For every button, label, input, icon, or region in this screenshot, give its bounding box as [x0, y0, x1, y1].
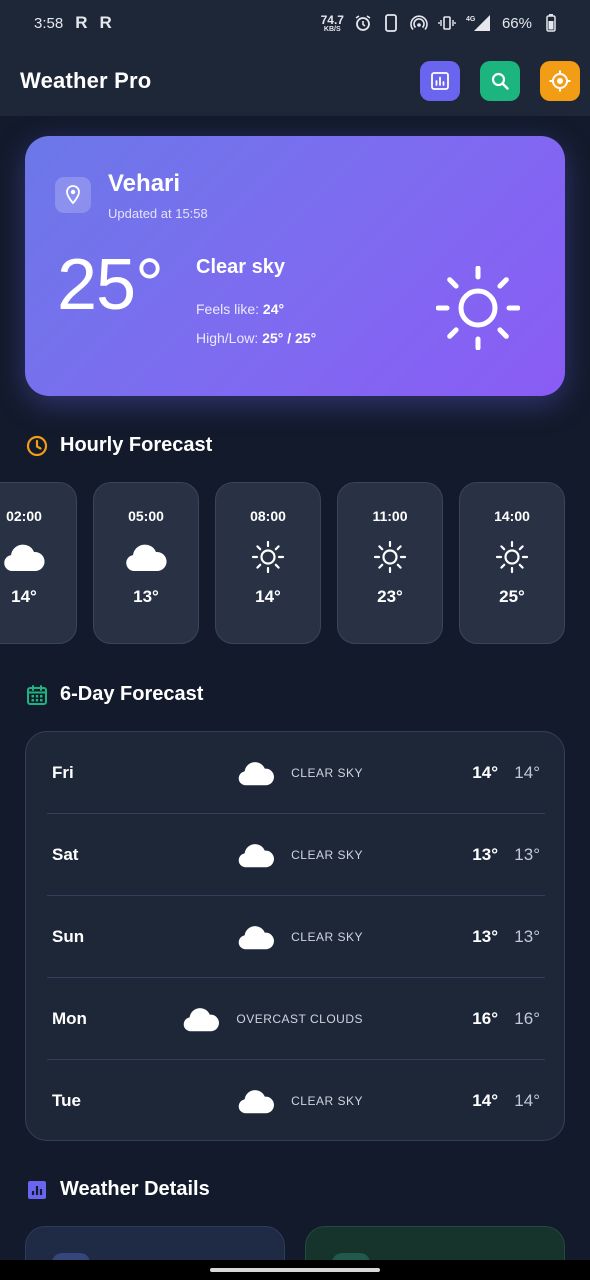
- hourly-card: 02:00 14°: [0, 482, 77, 644]
- low-temp: 14°: [514, 1091, 540, 1110]
- hourly-card: 11:00 23°: [337, 482, 443, 644]
- high-low: High/Low: 25° / 25°: [196, 330, 317, 346]
- my-location-button[interactable]: [540, 61, 580, 101]
- city-name: Vehari: [108, 170, 181, 197]
- high-temp: 13°: [472, 926, 498, 946]
- sun-icon: [244, 539, 292, 575]
- sun-icon: [488, 539, 536, 575]
- weather-description: OVERCAST CLOUDS: [236, 1011, 363, 1026]
- signal-icon: 4G: [466, 14, 492, 32]
- stats-button[interactable]: [420, 61, 460, 101]
- cloud-icon: [122, 539, 170, 575]
- high-temp: 16°: [472, 1008, 498, 1028]
- calendar-icon: [26, 684, 48, 706]
- weather-description: CLEAR SKY: [291, 847, 363, 862]
- crosshair-icon: [549, 70, 571, 92]
- weather-description: CLEAR SKY: [291, 1094, 363, 1108]
- hourly-forecast-list[interactable]: 02:00 14° 05:00 13° 08:00 14° 11:00 23° …: [0, 482, 590, 646]
- cloud-icon: [238, 761, 275, 785]
- cloud-icon: [184, 1007, 220, 1031]
- status-bar: 3:58 R R 74.7 KB/S 4G 66%: [0, 0, 590, 46]
- search-icon: [491, 72, 509, 90]
- weather-description: CLEAR SKY: [291, 765, 363, 780]
- high-temp: 13°: [472, 844, 498, 864]
- high-temp: 14°: [472, 762, 498, 782]
- vibrate-icon: [438, 14, 456, 32]
- cloud-icon: [238, 925, 275, 949]
- battery-percent: 66%: [501, 14, 532, 32]
- weather-description: CLEAR SKY: [291, 929, 363, 944]
- hotspot-icon: [410, 14, 428, 32]
- low-temp: 16°: [514, 1008, 540, 1028]
- low-temp: 13°: [514, 926, 540, 946]
- chart-icon: [431, 72, 449, 90]
- hourly-card: 08:00 14°: [215, 482, 321, 644]
- alarm-icon: [354, 14, 372, 32]
- location-pin-icon: [55, 177, 91, 213]
- daily-row[interactable]: Tue CLEAR SKY 14° 14°: [47, 1060, 545, 1142]
- current-temperature: 25°: [57, 245, 164, 325]
- low-temp: 14°: [514, 762, 540, 782]
- daily-forecast-header: 6-Day Forecast: [26, 683, 203, 706]
- section-title: 6-Day Forecast: [60, 683, 204, 705]
- app-badge-icon: R: [75, 13, 88, 32]
- current-weather-card: Vehari Updated at 15:58 25° Clear sky Fe…: [25, 136, 565, 396]
- status-time: 3:58: [34, 14, 64, 32]
- low-temp: 13°: [514, 844, 540, 864]
- app-badge-icon: R: [99, 13, 112, 32]
- net-speed: 74.7 KB/S: [320, 12, 344, 33]
- daily-row[interactable]: Mon OVERCAST CLOUDS 16° 16°: [47, 978, 545, 1060]
- phone-icon: [382, 14, 400, 32]
- cloud-icon: [238, 1090, 275, 1114]
- daily-row[interactable]: Sat CLEAR SKY 13° 13°: [47, 814, 545, 896]
- hourly-card: 05:00 13°: [93, 482, 199, 644]
- search-button[interactable]: [480, 61, 520, 101]
- clock-icon: [26, 435, 48, 457]
- feels-like: Feels like: 24°: [196, 301, 285, 317]
- day-label: Sat: [52, 844, 79, 864]
- sun-icon: [436, 266, 520, 350]
- weather-condition: Clear sky: [196, 256, 285, 278]
- day-label: Tue: [52, 1091, 81, 1110]
- app-bar: Weather Pro: [0, 46, 590, 116]
- day-label: Sun: [52, 926, 85, 946]
- daily-row[interactable]: Sun CLEAR SKY 13° 13°: [47, 896, 545, 978]
- sun-icon: [366, 539, 414, 575]
- hourly-card: 14:00 25°: [459, 482, 565, 644]
- svg-text:4G: 4G: [466, 16, 476, 23]
- cloud-icon: [238, 843, 275, 867]
- weather-details-header: Weather Details: [26, 1178, 210, 1201]
- section-title: Hourly Forecast: [60, 434, 213, 456]
- chart-icon: [26, 1179, 48, 1201]
- updated-time: Updated at 15:58: [108, 206, 208, 221]
- hourly-forecast-header: Hourly Forecast: [26, 434, 212, 457]
- app-title: Weather Pro: [20, 68, 152, 93]
- home-gesture-handle[interactable]: [210, 1268, 380, 1272]
- cloud-icon: [0, 539, 48, 575]
- day-label: Fri: [52, 762, 74, 782]
- daily-row[interactable]: Fri CLEAR SKY 14° 14°: [47, 732, 545, 814]
- high-temp: 14°: [472, 1091, 498, 1110]
- section-title: Weather Details: [60, 1178, 210, 1200]
- daily-forecast-card: Fri CLEAR SKY 14° 14° Sat CLEAR SKY 13° …: [25, 731, 565, 1141]
- day-label: Mon: [52, 1008, 87, 1028]
- battery-icon: [542, 14, 560, 32]
- system-nav-bar: [0, 1260, 590, 1280]
